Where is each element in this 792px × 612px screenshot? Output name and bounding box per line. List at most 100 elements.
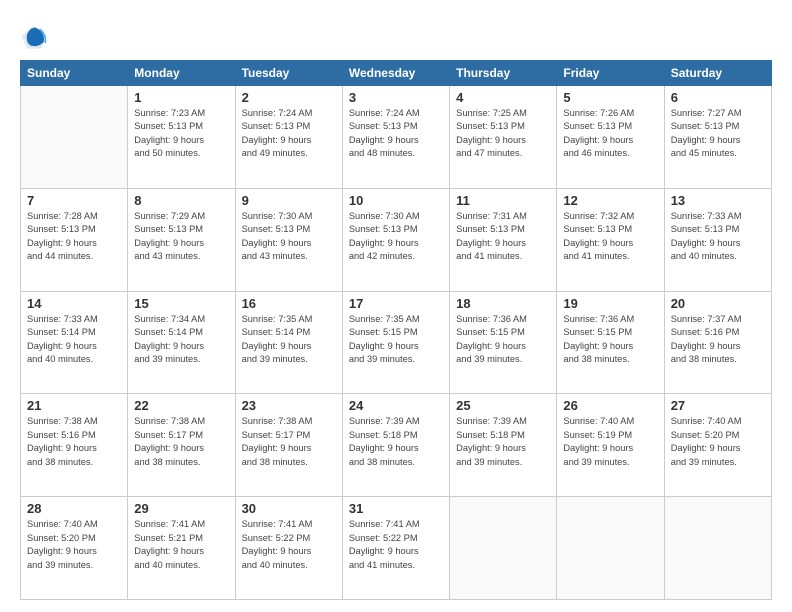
day-info: Sunrise: 7:40 AM Sunset: 5:20 PM Dayligh…: [671, 415, 765, 469]
day-number: 25: [456, 398, 550, 413]
day-cell: 20 Sunrise: 7:37 AM Sunset: 5:16 PM Dayli…: [664, 291, 771, 394]
day-info: Sunrise: 7:38 AM Sunset: 5:17 PM Dayligh…: [134, 415, 228, 469]
day-info: Sunrise: 7:33 AM Sunset: 5:14 PM Dayligh…: [27, 313, 121, 367]
day-cell: 3 Sunrise: 7:24 AM Sunset: 5:13 PM Daylig…: [342, 86, 449, 189]
day-cell: [557, 497, 664, 600]
day-number: 22: [134, 398, 228, 413]
day-info: Sunrise: 7:29 AM Sunset: 5:13 PM Dayligh…: [134, 210, 228, 264]
day-number: 5: [563, 90, 657, 105]
week-row-1: 1 Sunrise: 7:23 AM Sunset: 5:13 PM Daylig…: [21, 86, 772, 189]
day-cell: 5 Sunrise: 7:26 AM Sunset: 5:13 PM Daylig…: [557, 86, 664, 189]
day-info: Sunrise: 7:41 AM Sunset: 5:22 PM Dayligh…: [349, 518, 443, 572]
day-number: 13: [671, 193, 765, 208]
day-cell: 22 Sunrise: 7:38 AM Sunset: 5:17 PM Dayli…: [128, 394, 235, 497]
day-number: 1: [134, 90, 228, 105]
day-number: 27: [671, 398, 765, 413]
day-info: Sunrise: 7:26 AM Sunset: 5:13 PM Dayligh…: [563, 107, 657, 161]
day-cell: 25 Sunrise: 7:39 AM Sunset: 5:18 PM Dayli…: [450, 394, 557, 497]
day-cell: 11 Sunrise: 7:31 AM Sunset: 5:13 PM Dayli…: [450, 188, 557, 291]
day-cell: 8 Sunrise: 7:29 AM Sunset: 5:13 PM Daylig…: [128, 188, 235, 291]
day-info: Sunrise: 7:24 AM Sunset: 5:13 PM Dayligh…: [242, 107, 336, 161]
day-info: Sunrise: 7:28 AM Sunset: 5:13 PM Dayligh…: [27, 210, 121, 264]
day-number: 7: [27, 193, 121, 208]
day-number: 31: [349, 501, 443, 516]
day-number: 20: [671, 296, 765, 311]
week-row-2: 7 Sunrise: 7:28 AM Sunset: 5:13 PM Daylig…: [21, 188, 772, 291]
day-info: Sunrise: 7:23 AM Sunset: 5:13 PM Dayligh…: [134, 107, 228, 161]
day-cell: 30Sunrise: 7:41 AM Sunset: 5:22 PM Dayli…: [235, 497, 342, 600]
weekday-header-row: SundayMondayTuesdayWednesdayThursdayFrid…: [21, 61, 772, 86]
calendar-table: SundayMondayTuesdayWednesdayThursdayFrid…: [20, 60, 772, 600]
day-info: Sunrise: 7:35 AM Sunset: 5:15 PM Dayligh…: [349, 313, 443, 367]
day-cell: 26Sunrise: 7:40 AM Sunset: 5:19 PM Dayli…: [557, 394, 664, 497]
weekday-header-saturday: Saturday: [664, 61, 771, 86]
header: [20, 18, 772, 50]
day-number: 23: [242, 398, 336, 413]
logo-icon: [20, 22, 48, 50]
day-info: Sunrise: 7:31 AM Sunset: 5:13 PM Dayligh…: [456, 210, 550, 264]
week-row-3: 14 Sunrise: 7:33 AM Sunset: 5:14 PM Dayli…: [21, 291, 772, 394]
day-info: Sunrise: 7:37 AM Sunset: 5:16 PM Dayligh…: [671, 313, 765, 367]
logo: [20, 22, 52, 50]
day-number: 26: [563, 398, 657, 413]
day-number: 11: [456, 193, 550, 208]
day-cell: [450, 497, 557, 600]
day-cell: 10 Sunrise: 7:30 AM Sunset: 5:13 PM Dayli…: [342, 188, 449, 291]
day-info: Sunrise: 7:33 AM Sunset: 5:13 PM Dayligh…: [671, 210, 765, 264]
day-number: 30: [242, 501, 336, 516]
day-info: Sunrise: 7:38 AM Sunset: 5:16 PM Dayligh…: [27, 415, 121, 469]
day-number: 4: [456, 90, 550, 105]
day-cell: 7 Sunrise: 7:28 AM Sunset: 5:13 PM Daylig…: [21, 188, 128, 291]
day-info: Sunrise: 7:24 AM Sunset: 5:13 PM Dayligh…: [349, 107, 443, 161]
day-number: 24: [349, 398, 443, 413]
day-cell: 31 Sunrise: 7:41 AM Sunset: 5:22 PM Dayli…: [342, 497, 449, 600]
day-number: 28: [27, 501, 121, 516]
day-cell: 12Sunrise: 7:32 AM Sunset: 5:13 PM Dayli…: [557, 188, 664, 291]
day-cell: 13 Sunrise: 7:33 AM Sunset: 5:13 PM Dayli…: [664, 188, 771, 291]
day-info: Sunrise: 7:30 AM Sunset: 5:13 PM Dayligh…: [349, 210, 443, 264]
day-info: Sunrise: 7:41 AM Sunset: 5:21 PM Dayligh…: [134, 518, 228, 572]
day-info: Sunrise: 7:34 AM Sunset: 5:14 PM Dayligh…: [134, 313, 228, 367]
day-info: Sunrise: 7:27 AM Sunset: 5:13 PM Dayligh…: [671, 107, 765, 161]
day-cell: 19Sunrise: 7:36 AM Sunset: 5:15 PM Dayli…: [557, 291, 664, 394]
day-info: Sunrise: 7:36 AM Sunset: 5:15 PM Dayligh…: [456, 313, 550, 367]
day-cell: 1 Sunrise: 7:23 AM Sunset: 5:13 PM Daylig…: [128, 86, 235, 189]
day-cell: 21 Sunrise: 7:38 AM Sunset: 5:16 PM Dayli…: [21, 394, 128, 497]
calendar-body: 1 Sunrise: 7:23 AM Sunset: 5:13 PM Daylig…: [21, 86, 772, 600]
day-cell: 16 Sunrise: 7:35 AM Sunset: 5:14 PM Dayli…: [235, 291, 342, 394]
weekday-header-friday: Friday: [557, 61, 664, 86]
day-cell: 23Sunrise: 7:38 AM Sunset: 5:17 PM Dayli…: [235, 394, 342, 497]
day-number: 9: [242, 193, 336, 208]
day-info: Sunrise: 7:35 AM Sunset: 5:14 PM Dayligh…: [242, 313, 336, 367]
weekday-header-tuesday: Tuesday: [235, 61, 342, 86]
day-number: 17: [349, 296, 443, 311]
day-number: 16: [242, 296, 336, 311]
day-cell: 18Sunrise: 7:36 AM Sunset: 5:15 PM Dayli…: [450, 291, 557, 394]
day-info: Sunrise: 7:39 AM Sunset: 5:18 PM Dayligh…: [456, 415, 550, 469]
day-cell: 14 Sunrise: 7:33 AM Sunset: 5:14 PM Dayli…: [21, 291, 128, 394]
day-info: Sunrise: 7:30 AM Sunset: 5:13 PM Dayligh…: [242, 210, 336, 264]
weekday-header-wednesday: Wednesday: [342, 61, 449, 86]
day-cell: 4 Sunrise: 7:25 AM Sunset: 5:13 PM Daylig…: [450, 86, 557, 189]
day-info: Sunrise: 7:25 AM Sunset: 5:13 PM Dayligh…: [456, 107, 550, 161]
day-number: 14: [27, 296, 121, 311]
day-number: 19: [563, 296, 657, 311]
weekday-header-monday: Monday: [128, 61, 235, 86]
day-number: 3: [349, 90, 443, 105]
day-number: 12: [563, 193, 657, 208]
day-number: 29: [134, 501, 228, 516]
day-number: 10: [349, 193, 443, 208]
day-cell: 28 Sunrise: 7:40 AM Sunset: 5:20 PM Dayli…: [21, 497, 128, 600]
day-number: 21: [27, 398, 121, 413]
day-number: 15: [134, 296, 228, 311]
page: SundayMondayTuesdayWednesdayThursdayFrid…: [0, 0, 792, 612]
day-number: 2: [242, 90, 336, 105]
day-info: Sunrise: 7:40 AM Sunset: 5:20 PM Dayligh…: [27, 518, 121, 572]
day-cell: 17 Sunrise: 7:35 AM Sunset: 5:15 PM Dayli…: [342, 291, 449, 394]
day-cell: 15 Sunrise: 7:34 AM Sunset: 5:14 PM Dayli…: [128, 291, 235, 394]
week-row-4: 21 Sunrise: 7:38 AM Sunset: 5:16 PM Dayli…: [21, 394, 772, 497]
calendar-header: SundayMondayTuesdayWednesdayThursdayFrid…: [21, 61, 772, 86]
day-cell: 6 Sunrise: 7:27 AM Sunset: 5:13 PM Daylig…: [664, 86, 771, 189]
day-number: 8: [134, 193, 228, 208]
day-number: 6: [671, 90, 765, 105]
